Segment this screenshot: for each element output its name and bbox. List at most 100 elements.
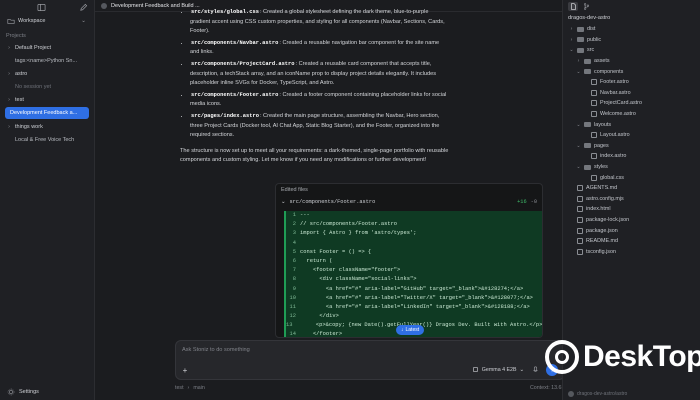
chevron-right-icon: › [8,123,10,130]
microphone-icon[interactable] [530,365,540,375]
line-number: 7 [292,267,296,274]
line-number: 4 [292,239,296,246]
gear-icon [6,388,15,397]
sidebar-item[interactable]: › Default Project [0,41,94,54]
tree-item-label: AGENTS.md [586,185,618,192]
file-diff-header[interactable]: ⌄ src/components/Footer.astro +16 -0 [276,196,542,207]
sidebar-item[interactable]: Local & Free Voice Tech [0,133,94,146]
tree-file[interactable]: README.md [563,236,700,247]
tree-item-label: ProjectCard.astro [600,100,642,107]
tree-folder[interactable]: ⌄ layouts [563,119,700,130]
code-line: 5 const Footer = () => { [286,248,542,257]
sidebar-item[interactable]: › astro [0,67,94,80]
workspace-selector[interactable]: Workspace ⌄ [0,14,94,28]
tree-folder[interactable]: › assets [563,56,700,67]
folder-icon [577,26,584,32]
status-branch[interactable]: main [193,385,204,391]
tree-item-label: index.astro [600,153,627,160]
tree-file[interactable]: astro.config.mjs [563,194,700,205]
sidebar-item[interactable]: tags:<name>Python Sn... [0,54,94,67]
tree-file[interactable]: ProjectCard.astro [563,98,700,109]
tree-folder[interactable]: ⌄ styles [563,162,700,173]
watermark-text: DeskTop [583,340,700,373]
tree-item-label: assets [594,58,610,65]
edited-files-panel: Edited files ⌄ src/components/Footer.ast… [275,183,543,338]
tree-file[interactable]: Welcome.astro [563,109,700,120]
chevron-right-icon: › [8,44,10,51]
sidebar-item[interactable]: › things work [0,120,94,133]
status-project[interactable]: test [175,385,184,391]
bullet-item: src/components/Navbar.astro: Created a r… [190,39,450,58]
code-line: 1 --- [286,211,542,220]
settings-label: Settings [19,389,39,395]
tree-root[interactable]: dragos-dev-astro [563,12,700,24]
tree-folder[interactable]: ⌄ pages [563,141,700,152]
new-chat-icon[interactable] [79,3,88,12]
sidebar-toggle-icon[interactable] [37,3,46,12]
code-text: const Footer = () => { [300,248,372,255]
folder-icon [577,37,584,43]
tree-item-label: pages [594,142,609,149]
tree-folder[interactable]: › public [563,35,700,46]
tree-item-label: components [594,68,624,75]
plus-icon[interactable]: + [180,365,190,375]
line-number: 13 [286,322,293,329]
git-branch-icon[interactable] [581,2,591,11]
tree-folder[interactable]: ⌄ src [563,45,700,56]
tree-footer-label: dragos-dev-astro/astro [577,391,628,397]
code-text: // src/components/Footer.astro [300,221,398,228]
tree-folder[interactable]: ⌄ components [563,66,700,77]
latest-button[interactable]: ↓ Latest [396,325,425,335]
folder-icon [577,47,584,53]
composer-input[interactable]: Ask Stoniz to do something [182,347,250,353]
code-line: 6 return ( [286,257,542,266]
tree-file[interactable]: package.json [563,225,700,236]
chevron-down-icon: ⌄ [81,18,86,24]
file-icon [577,216,583,223]
tree-file[interactable]: index.html [563,204,700,215]
tree-item-label: public [587,36,602,43]
chevron-down-icon: ⌄ [576,68,581,75]
tree-folder[interactable]: › dist [563,24,700,35]
project-list: › Default Project tags:<name>Python Sn... ›… [0,41,94,146]
code-text: --- [300,212,310,218]
sidebar-item[interactable]: No session yet [0,80,94,93]
tree-item-label: src [587,47,595,54]
tree-file[interactable]: tsconfig.json [563,246,700,257]
tree-item-label: tsconfig.json [586,248,616,255]
tree-file[interactable]: AGENTS.md [563,183,700,194]
tree-file[interactable]: Layout.astro [563,130,700,141]
chevron-right-icon: › [577,58,580,65]
sidebar-item[interactable]: Development Feedback a... [5,107,89,119]
main-panel: Development Feedback and Build ... src/s… [95,0,565,400]
tree-item-label: index.html [586,206,611,213]
line-number: 11 [289,303,296,310]
tree-file[interactable]: package-lock.json [563,215,700,226]
window-controls [0,0,94,14]
folder-icon [6,17,15,26]
tree-item-label: README.md [586,238,619,245]
bullet-item: src/styles/global.css: Created a global … [190,8,450,37]
code-text: return ( [300,257,333,264]
file-icon [577,248,583,255]
tree-file[interactable]: Footer.astro [563,77,700,88]
chevron-down-icon: ⌄ [519,367,524,373]
tree-file[interactable]: global.css [563,172,700,183]
bullet-list: src/styles/global.css: Created a global … [180,8,450,141]
sidebar-item-label: tags:<name>Python Sn... [15,57,78,64]
code-line: 2 // src/components/Footer.astro [286,220,542,229]
sidebar-item[interactable]: › test [0,93,94,106]
line-number: 9 [292,285,296,292]
chevron-down-icon: ⌄ [576,121,581,128]
model-selector[interactable]: Gemma 4 E2B ⌄ [472,365,524,375]
code-text: </div> [300,313,339,320]
files-tab-icon[interactable] [568,1,578,11]
settings-button[interactable]: Settings [0,384,95,400]
tree-file[interactable]: index.astro [563,151,700,162]
tree-item-label: dist [587,26,596,33]
tree-footer: dragos-dev-astro/astro [568,391,627,397]
file-path-code: src/styles/global.css [191,9,259,15]
tree-file[interactable]: Navbar.astro [563,88,700,99]
folder-icon [584,58,591,64]
composer[interactable]: Ask Stoniz to do something + Gemma 4 E2B… [175,340,565,380]
